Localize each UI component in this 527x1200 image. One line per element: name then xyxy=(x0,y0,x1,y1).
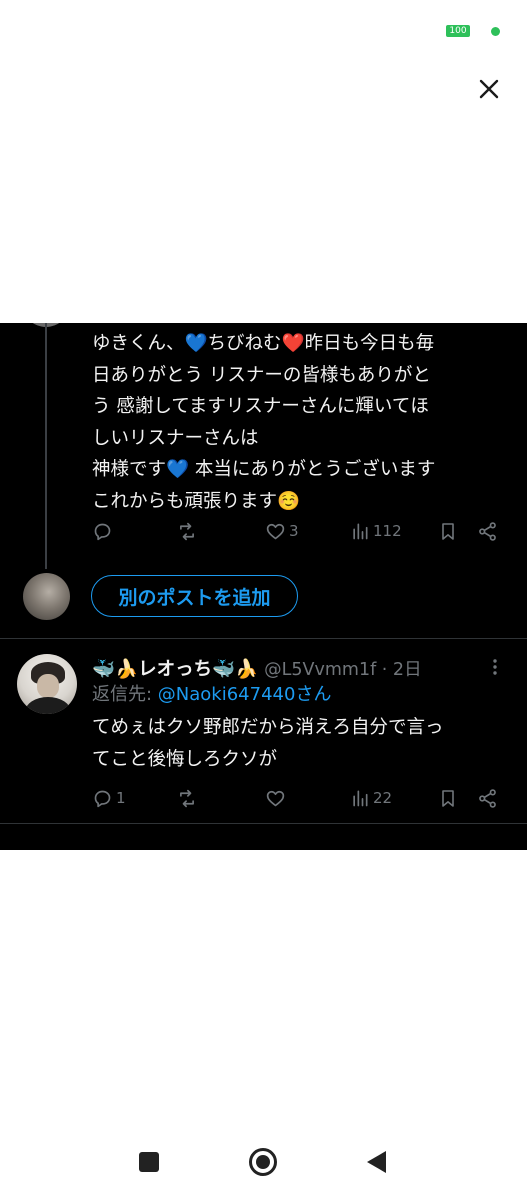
heart-icon xyxy=(266,523,285,539)
home-button[interactable] xyxy=(241,1140,285,1184)
post-action-bar: 3 112 xyxy=(92,516,512,546)
share-icon xyxy=(479,788,496,808)
post-text-line: う 感謝してますリスナーさんに輝いてほ xyxy=(92,396,429,417)
bookmark-icon xyxy=(442,789,454,807)
bookmark-icon xyxy=(442,522,454,540)
bookmark-button[interactable] xyxy=(438,783,458,813)
views-icon xyxy=(353,523,368,540)
divider xyxy=(0,823,527,824)
views-count: 112 xyxy=(373,522,402,540)
repost-icon xyxy=(180,789,194,807)
like-button[interactable] xyxy=(265,783,289,813)
repost-button[interactable] xyxy=(176,516,201,546)
reply-to-label: 返信先: xyxy=(92,684,158,705)
thread-panel: ゆきくん、💙ちびねむ❤️昨日も今日も毎 日ありがとう リスナーの皆様もありがと … xyxy=(0,323,527,850)
reply-header: 🐳🍌レオっち🐳🍌 @L5Vvmm1f · 2日 xyxy=(92,653,512,683)
reply-to-line: 返信先: @Naoki647440さん xyxy=(92,681,331,709)
like-button[interactable]: 3 xyxy=(265,516,299,546)
recents-button[interactable] xyxy=(127,1140,171,1184)
reply-author-avatar[interactable] xyxy=(17,654,77,714)
battery-indicator: 100 xyxy=(446,25,470,37)
post-text-line: しいリスナーさんは xyxy=(92,427,259,449)
reply-icon xyxy=(94,790,111,807)
post-text-line: 神様です💙 本当にありがとうございます xyxy=(92,459,436,480)
back-triangle-icon xyxy=(367,1151,386,1173)
system-nav-bar xyxy=(0,1140,527,1184)
reply-button[interactable]: 1 xyxy=(92,783,126,813)
post-text-line: 日ありがとう リスナーの皆様もありがと xyxy=(92,364,431,386)
share-icon xyxy=(479,521,496,541)
circle-icon xyxy=(249,1148,277,1176)
views-icon xyxy=(353,790,368,807)
bookmark-button[interactable] xyxy=(438,516,458,546)
views-count: 22 xyxy=(373,789,393,807)
reply-action-bar: 1 22 xyxy=(92,783,512,813)
share-button[interactable] xyxy=(477,516,498,546)
reply-text: てめぇはクソ野郎だから消えろ自分で言っ てこと後悔しろクソが xyxy=(92,712,517,775)
post-text-line: これからも頑張ります☺️ xyxy=(92,490,301,512)
thread-connector-line xyxy=(45,323,47,569)
heart-icon xyxy=(266,790,285,806)
reply-to-mention[interactable]: @Naoki647440さん xyxy=(158,684,332,705)
close-icon xyxy=(479,79,499,99)
reply-handle-time[interactable]: @L5Vvmm1f · 2日 xyxy=(264,656,421,681)
reply-count: 1 xyxy=(116,789,126,807)
reply-text-line: てめぇはクソ野郎だから消えろ自分で言っ xyxy=(92,717,444,738)
more-options-button[interactable] xyxy=(483,655,507,679)
back-button[interactable] xyxy=(355,1140,399,1184)
post-text-line: ゆきくん、💙ちびねむ❤️昨日も今日も毎 xyxy=(92,333,435,354)
reply-button[interactable] xyxy=(92,516,116,546)
add-another-post-button[interactable]: 別のポストを追加 xyxy=(91,575,298,617)
current-user-avatar xyxy=(23,573,70,620)
reply-icon xyxy=(94,523,111,540)
close-button[interactable] xyxy=(474,74,504,104)
divider xyxy=(0,638,527,639)
more-vertical-icon xyxy=(493,659,497,675)
views-button[interactable]: 112 xyxy=(350,516,402,546)
status-dot-icon xyxy=(491,27,500,36)
post-text: ゆきくん、💙ちびねむ❤️昨日も今日も毎 日ありがとう リスナーの皆様もありがと … xyxy=(92,328,512,517)
like-count: 3 xyxy=(289,522,299,540)
share-button[interactable] xyxy=(477,783,498,813)
reply-display-name[interactable]: 🐳🍌レオっち🐳🍌 xyxy=(92,655,258,681)
reply-text-line: てこと後悔しろクソが xyxy=(92,748,278,770)
square-icon xyxy=(139,1152,159,1172)
views-button[interactable]: 22 xyxy=(350,783,392,813)
repost-button[interactable] xyxy=(176,783,201,813)
repost-icon xyxy=(180,522,194,540)
